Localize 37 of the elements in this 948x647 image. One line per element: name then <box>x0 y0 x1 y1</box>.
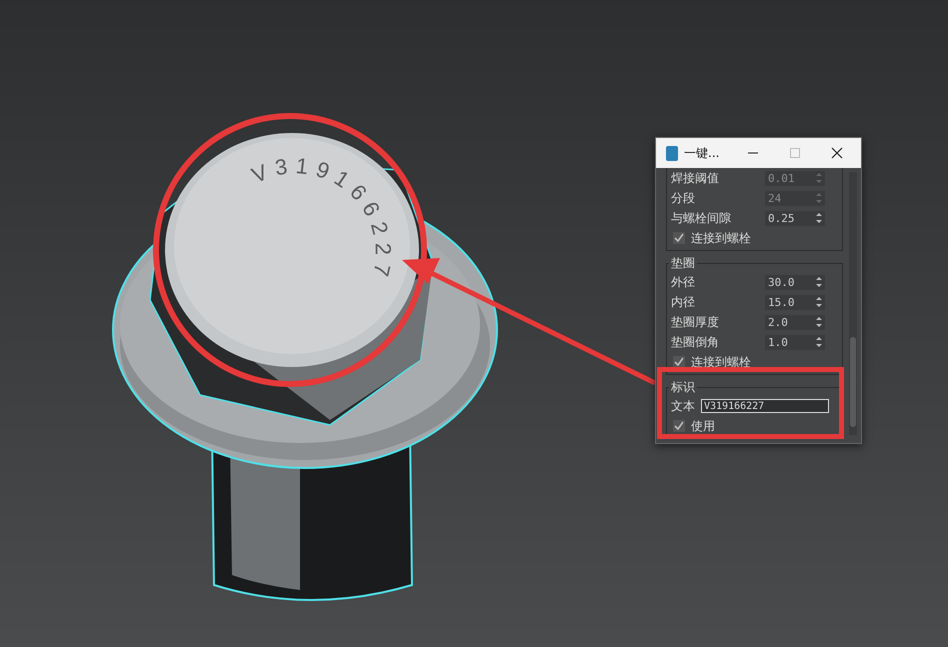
field-label: 内径 <box>671 294 696 310</box>
field-label: 外径 <box>671 274 696 290</box>
spinner-arrows-icon <box>816 317 822 327</box>
field-label: 与螺栓间隙 <box>671 210 732 226</box>
check-mark-icon <box>674 357 684 367</box>
checkbox[interactable] <box>673 232 685 244</box>
spinner-arrows-icon <box>816 173 822 183</box>
field-label: 垫圈厚度 <box>671 314 720 330</box>
maximize-icon <box>789 147 801 159</box>
text-field[interactable]: V319166227 <box>701 399 829 413</box>
group-title: 垫圈 <box>670 255 696 272</box>
spinner-arrows-icon <box>816 193 822 203</box>
app-icon[interactable] <box>666 146 678 160</box>
spinner-field[interactable]: 15.0 <box>765 294 825 310</box>
field-label: 分段 <box>671 190 696 206</box>
checkbox[interactable] <box>673 356 685 368</box>
spinner-arrows-icon <box>816 337 822 347</box>
checkbox[interactable] <box>673 420 685 432</box>
check-mark-icon <box>674 421 684 431</box>
group-title: 标识 <box>670 379 696 396</box>
checkbox-label: 使用 <box>691 418 715 434</box>
field-label: 焊接阈值 <box>671 170 720 186</box>
spinner-arrows-icon <box>816 277 822 287</box>
scrollbar-thumb[interactable] <box>850 337 856 427</box>
scrollbar[interactable] <box>849 172 857 435</box>
field-label: 文本 <box>671 398 696 414</box>
spinner-field[interactable]: 2.0 <box>765 314 825 330</box>
spinner-arrows-icon <box>816 297 822 307</box>
checkbox-label: 连接到螺栓 <box>691 230 751 246</box>
check-mark-icon <box>674 233 684 243</box>
field-label: 垫圈倒角 <box>671 334 720 350</box>
spinner-arrows-icon <box>816 213 822 223</box>
spinner-field[interactable]: 30.0 <box>765 274 825 290</box>
spinner-field[interactable]: 1.0 <box>765 334 825 350</box>
close-icon <box>831 147 843 159</box>
spinner-field[interactable]: 0.25 <box>765 210 825 226</box>
window-title: 一键... <box>684 144 720 162</box>
